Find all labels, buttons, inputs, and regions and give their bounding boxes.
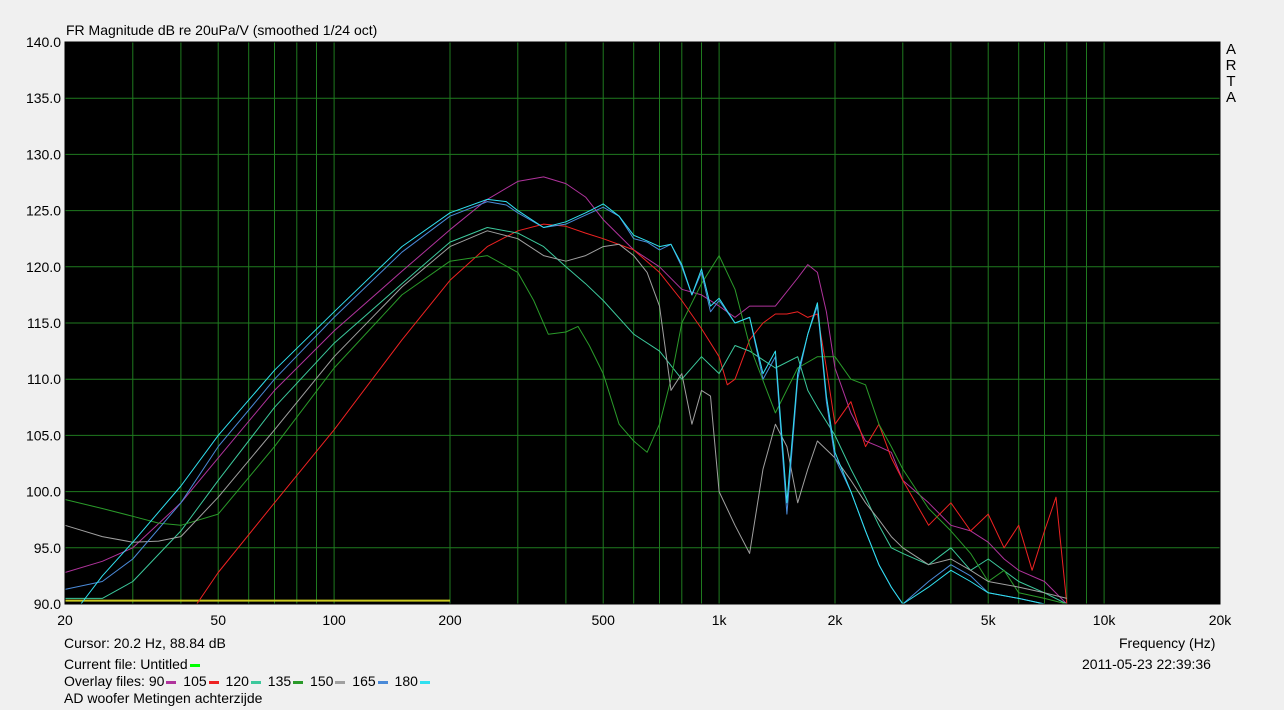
x-tick-label: 5k — [981, 612, 997, 628]
x-tick-label: 500 — [592, 612, 616, 628]
overlay-label: 90 — [148, 673, 165, 689]
arta-window: FR Magnitude dB re 20uPa/V (smoothed 1/2… — [0, 0, 1284, 710]
x-tick-label: 2k — [828, 612, 844, 628]
x-tick-label: 100 — [322, 612, 346, 628]
x-tick-label: 50 — [210, 612, 226, 628]
overlay-swatch — [166, 680, 177, 684]
overlay-item: 180 — [395, 673, 433, 689]
watermark-letter: A — [1225, 41, 1236, 58]
overlay-label: 150 — [310, 673, 334, 689]
arta-watermark: A R T A — [1224, 42, 1238, 106]
current-file-label: Current file: Untitled — [64, 656, 188, 672]
watermark-letter: A — [1225, 89, 1236, 106]
y-tick-label: 115.0 — [27, 315, 61, 331]
watermark-letter: T — [1226, 73, 1236, 90]
overlay-item: 135 — [268, 673, 306, 689]
overlay-label: 135 — [267, 673, 292, 689]
overlay-swatch — [250, 680, 261, 684]
overlay-swatch — [208, 680, 219, 684]
timestamp: 2011-05-23 22:39:36 — [1082, 656, 1211, 672]
x-axis-title: Frequency (Hz) — [1119, 635, 1216, 651]
y-tick-label: 120.0 — [26, 259, 61, 275]
y-tick-label: 135.0 — [26, 90, 61, 106]
overlay-swatch — [335, 680, 346, 684]
x-tick-label: 20 — [57, 612, 73, 628]
overlay-label: 120 — [225, 673, 249, 689]
overlay-label: 165 — [352, 673, 376, 689]
overlay-item: 165 — [352, 673, 390, 689]
overlay-item: 120 — [226, 673, 264, 689]
current-file-swatch — [189, 663, 200, 667]
x-tick-label: 200 — [438, 612, 462, 628]
overlay-swatch — [377, 680, 388, 684]
overlay-files-label: Overlay files: — [64, 673, 145, 689]
current-file: Current file: Untitled — [64, 656, 203, 672]
frequency-response-chart[interactable]: 90.0 95.0 100.0 105.0 110.0 115.0 120.0 125.0 13… — [0, 0, 1284, 710]
y-tick-label: 140.0 — [26, 34, 61, 50]
y-tick-label: 130.0 — [26, 146, 61, 162]
overlay-label: 180 — [394, 673, 418, 689]
file-name: AD woofer Metingen achterzijde — [64, 690, 263, 706]
y-tick-label: 95.0 — [34, 540, 61, 556]
overlay-swatch — [419, 680, 430, 684]
y-tick-label: 100.0 — [26, 484, 61, 500]
y-tick-label: 90.0 — [34, 596, 61, 612]
y-tick-labels: 90.0 95.0 100.0 105.0 110.0 115.0 120.0 125.0 13… — [26, 34, 61, 612]
y-tick-label: 105.0 — [26, 427, 61, 443]
x-tick-label: 10k — [1093, 612, 1117, 628]
overlay-item: 90 — [149, 673, 180, 689]
watermark-letter: R — [1225, 57, 1237, 74]
overlay-swatch — [293, 680, 304, 684]
y-tick-label: 125.0 — [26, 203, 61, 219]
overlay-files: Overlay files: 90 105 120 135 150 165 18… — [64, 673, 433, 689]
x-tick-label: 1k — [712, 612, 728, 628]
overlay-label: 105 — [183, 673, 207, 689]
overlay-item: 105 — [183, 673, 221, 689]
overlay-item: 150 — [310, 673, 348, 689]
x-tick-labels: 20 50 100 200 500 1k 2k 5k 10k 20k — [57, 612, 1232, 628]
cursor-readout: Cursor: 20.2 Hz, 88.84 dB — [64, 635, 226, 651]
y-tick-label: 110.0 — [27, 371, 61, 387]
x-tick-label: 20k — [1209, 612, 1233, 628]
